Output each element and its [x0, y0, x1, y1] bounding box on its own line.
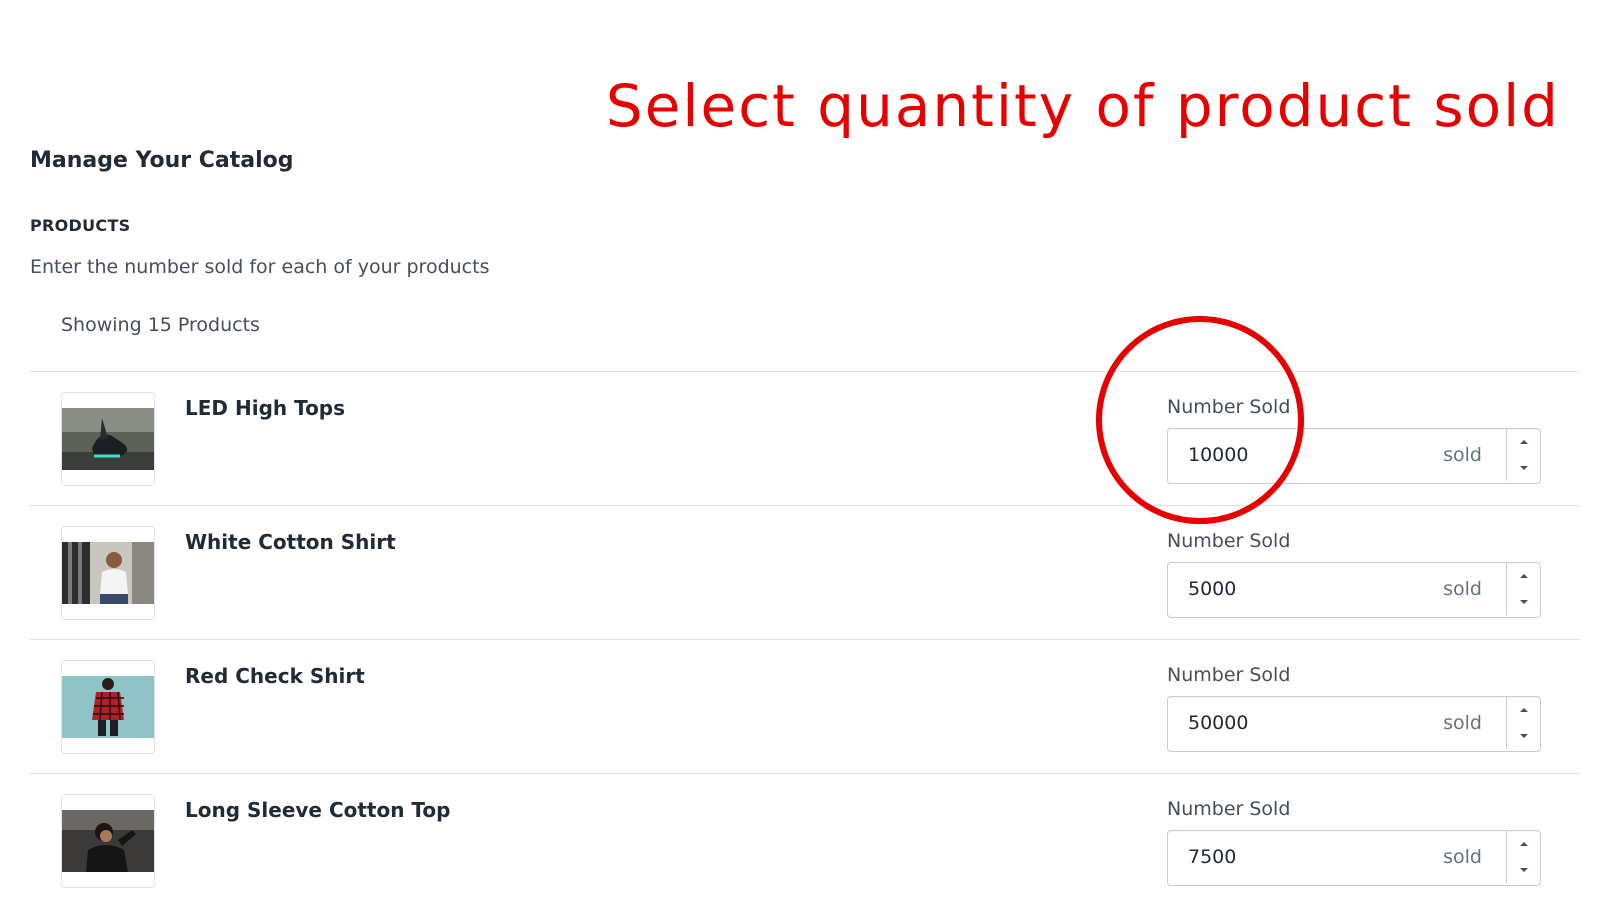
- product-name: Long Sleeve Cotton Top: [185, 798, 451, 822]
- section-description: Enter the number sold for each of your p…: [30, 256, 490, 278]
- quantity-stepper: [1506, 563, 1540, 615]
- white-cotton-shirt-image: [62, 542, 154, 604]
- product-name: LED High Tops: [185, 396, 346, 420]
- caret-up-icon: [1519, 708, 1528, 712]
- number-sold-input[interactable]: [1168, 563, 1438, 615]
- instruction-annotation: Select quantity of product sold: [605, 72, 1560, 140]
- product-name: White Cotton Shirt: [185, 530, 396, 554]
- quantity-stepper: [1506, 831, 1540, 883]
- increment-button[interactable]: [1507, 563, 1540, 589]
- number-sold-label: Number Sold: [1167, 798, 1291, 820]
- caret-up-icon: [1519, 574, 1528, 578]
- caret-down-icon: [1519, 466, 1528, 470]
- product-thumbnail: [61, 526, 155, 620]
- number-sold-label: Number Sold: [1167, 530, 1291, 552]
- number-sold-field: Number Sold sold: [1167, 396, 1541, 484]
- red-check-shirt-image: [62, 676, 154, 738]
- product-row: White Cotton Shirt Number Sold sold: [29, 506, 1580, 640]
- number-sold-input[interactable]: [1168, 429, 1438, 481]
- number-sold-input[interactable]: [1168, 831, 1438, 883]
- product-row: Red Check Shirt Number Sold sold: [29, 640, 1580, 774]
- product-row: Long Sleeve Cotton Top Number Sold sold: [29, 774, 1580, 907]
- number-sold-input-wrapper: sold: [1167, 428, 1541, 484]
- number-sold-label: Number Sold: [1167, 664, 1291, 686]
- sold-suffix: sold: [1443, 712, 1482, 734]
- increment-button[interactable]: [1507, 697, 1540, 723]
- increment-button[interactable]: [1507, 831, 1540, 857]
- page-title: Manage Your Catalog: [30, 148, 294, 173]
- product-name: Red Check Shirt: [185, 664, 365, 688]
- caret-down-icon: [1519, 734, 1528, 738]
- number-sold-input[interactable]: [1168, 697, 1438, 749]
- product-thumbnail: [61, 660, 155, 754]
- number-sold-input-wrapper: sold: [1167, 696, 1541, 752]
- number-sold-field: Number Sold sold: [1167, 798, 1541, 886]
- decrement-button[interactable]: [1507, 589, 1540, 615]
- quantity-stepper: [1506, 429, 1540, 481]
- number-sold-input-wrapper: sold: [1167, 830, 1541, 886]
- caret-up-icon: [1519, 440, 1528, 444]
- sold-suffix: sold: [1443, 578, 1482, 600]
- number-sold-label: Number Sold: [1167, 396, 1291, 418]
- quantity-stepper: [1506, 697, 1540, 749]
- number-sold-input-wrapper: sold: [1167, 562, 1541, 618]
- product-list: LED High Tops Number Sold sold: [29, 371, 1580, 907]
- sold-suffix: sold: [1443, 846, 1482, 868]
- product-thumbnail: [61, 392, 155, 486]
- decrement-button[interactable]: [1507, 723, 1540, 749]
- decrement-button[interactable]: [1507, 455, 1540, 481]
- product-row: LED High Tops Number Sold sold: [29, 372, 1580, 506]
- caret-down-icon: [1519, 600, 1528, 604]
- section-heading: PRODUCTS: [30, 216, 131, 235]
- caret-up-icon: [1519, 842, 1528, 846]
- long-sleeve-cotton-top-image: [62, 810, 154, 872]
- caret-down-icon: [1519, 868, 1528, 872]
- number-sold-field: Number Sold sold: [1167, 530, 1541, 618]
- led-high-tops-image: [62, 408, 154, 470]
- decrement-button[interactable]: [1507, 857, 1540, 883]
- product-count: Showing 15 Products: [61, 314, 260, 336]
- product-thumbnail: [61, 794, 155, 888]
- increment-button[interactable]: [1507, 429, 1540, 455]
- sold-suffix: sold: [1443, 444, 1482, 466]
- number-sold-field: Number Sold sold: [1167, 664, 1541, 752]
